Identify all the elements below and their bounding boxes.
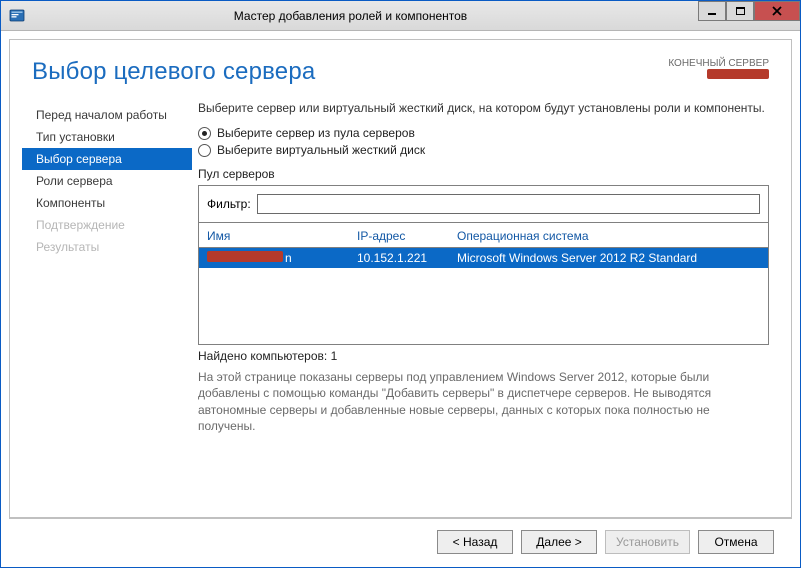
titlebar: Мастер добавления ролей и компонентов	[1, 1, 800, 31]
step-installation-type[interactable]: Тип установки	[22, 126, 192, 148]
table-row[interactable]: n 10.152.1.221 Microsoft Windows Server …	[199, 248, 768, 268]
destination-server-name-redacted	[707, 69, 769, 79]
col-header-os[interactable]: Операционная система	[457, 229, 760, 243]
radio-label-pool: Выберите сервер из пула серверов	[217, 126, 415, 140]
cancel-button[interactable]: Отмена	[698, 530, 774, 554]
radio-select-vhd[interactable]: Выберите виртуальный жесткий диск	[198, 143, 769, 157]
step-confirmation: Подтверждение	[22, 214, 192, 236]
instruction-text: Выберите сервер или виртуальный жесткий …	[198, 100, 769, 116]
step-server-selection[interactable]: Выбор сервера	[22, 148, 192, 170]
table-body: n 10.152.1.221 Microsoft Windows Server …	[199, 248, 768, 344]
server-pool-box: Фильтр: Имя IP-адрес Операционная систем…	[198, 185, 769, 345]
destination-server-label: КОНЕЧНЫЙ СЕРВЕР	[668, 58, 769, 69]
server-name-redacted	[207, 251, 283, 262]
maximize-icon	[736, 7, 745, 15]
wizard-footer: < Назад Далее > Установить Отмена	[9, 525, 792, 559]
filter-label: Фильтр:	[207, 197, 251, 211]
explanation-text: На этой странице показаны серверы под уп…	[198, 369, 769, 434]
cell-name: n	[207, 251, 357, 265]
step-features[interactable]: Компоненты	[22, 192, 192, 214]
wizard-steps-sidebar: Перед началом работы Тип установки Выбор…	[22, 90, 192, 434]
maximize-button[interactable]	[726, 1, 754, 21]
destination-server-box: КОНЕЧНЫЙ СЕРВЕР	[668, 58, 769, 80]
step-server-roles[interactable]: Роли сервера	[22, 170, 192, 192]
minimize-button[interactable]	[698, 1, 726, 21]
window-controls	[698, 1, 800, 21]
radio-icon	[198, 127, 211, 140]
next-button[interactable]: Далее >	[521, 530, 597, 554]
col-header-name[interactable]: Имя	[207, 229, 357, 243]
cell-ip: 10.152.1.221	[357, 251, 457, 265]
found-count: Найдено компьютеров: 1	[198, 349, 769, 363]
previous-button[interactable]: < Назад	[437, 530, 513, 554]
page-title: Выбор целевого сервера	[32, 58, 315, 86]
cell-os: Microsoft Windows Server 2012 R2 Standar…	[457, 251, 760, 265]
content-area: Выберите сервер или виртуальный жесткий …	[192, 90, 769, 434]
wizard-icon	[9, 8, 25, 24]
close-icon	[771, 5, 783, 17]
server-pool-label: Пул серверов	[198, 167, 769, 181]
col-header-ip[interactable]: IP-адрес	[357, 229, 457, 243]
radio-label-vhd: Выберите виртуальный жесткий диск	[217, 143, 425, 157]
radio-icon	[198, 144, 211, 157]
install-button: Установить	[605, 530, 690, 554]
close-button[interactable]	[754, 1, 800, 21]
table-header: Имя IP-адрес Операционная система	[199, 223, 768, 248]
step-before-you-begin[interactable]: Перед началом работы	[22, 104, 192, 126]
step-results: Результаты	[22, 236, 192, 258]
wizard-client: Выбор целевого сервера КОНЕЧНЫЙ СЕРВЕР П…	[9, 39, 792, 519]
window-title: Мастер добавления ролей и компонентов	[31, 9, 670, 23]
filter-input[interactable]	[257, 194, 760, 214]
radio-select-from-pool[interactable]: Выберите сервер из пула серверов	[198, 126, 769, 140]
